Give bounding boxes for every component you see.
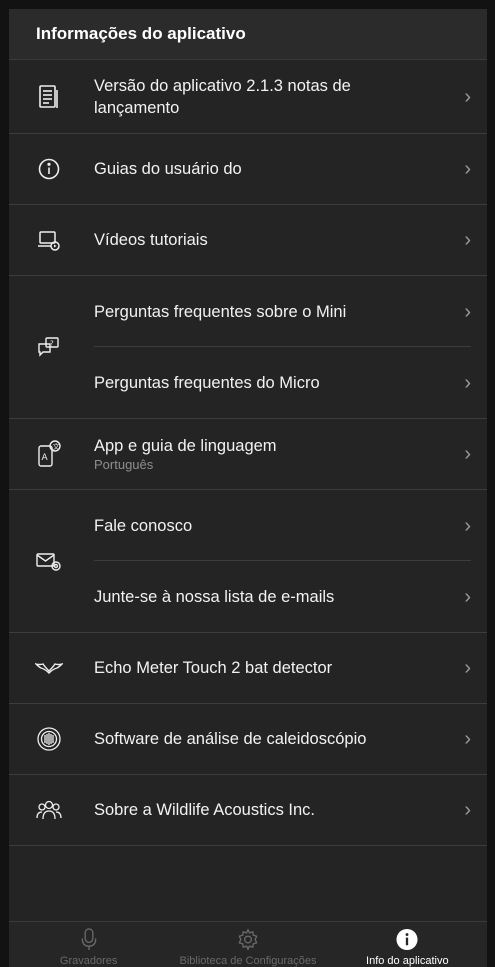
notes-icon xyxy=(34,82,64,112)
language-guide-label: App e guia de linguagem xyxy=(94,437,277,455)
language-guide-text: App e guia de linguagem Português xyxy=(94,435,277,473)
kaleidoscope-row[interactable]: Software de análise de caleidoscópio › xyxy=(9,704,487,775)
kaleidoscope-label: Software de análise de caleidoscópio xyxy=(94,730,367,748)
chevron-right-icon: › xyxy=(464,300,471,323)
mailing-list-label: Junte-se à nossa lista de e-mails xyxy=(94,587,335,606)
user-guides-label: Guias do usuário do xyxy=(94,160,242,178)
tab-recorders[interactable]: Gravadores xyxy=(9,922,168,967)
tab-recorders-label: Gravadores xyxy=(59,955,118,967)
language-value: Português xyxy=(94,457,154,472)
echo-meter-label: Echo Meter Touch 2 bat detector xyxy=(94,659,333,677)
faq-mini-row[interactable]: Perguntas frequentes sobre o Mini › xyxy=(9,276,487,347)
tab-app-info[interactable]: Info do aplicativo xyxy=(328,922,487,967)
faq-mini-label: Perguntas frequentes sobre o Mini xyxy=(94,302,347,321)
release-notes-label: Versão do aplicativo 2.1.3 notas de lanç… xyxy=(94,76,351,117)
microphone-icon xyxy=(81,928,97,951)
user-guides-row[interactable]: Guias do usuário do › xyxy=(9,134,487,205)
language-guide-row[interactable]: A 文 App e guia de linguagem Português › xyxy=(9,419,487,490)
page-title: Informações do aplicativo xyxy=(36,24,246,43)
chevron-right-icon: › xyxy=(464,443,471,465)
tab-app-info-label: Info do aplicativo xyxy=(366,955,449,967)
tutorial-videos-label: Vídeos tutoriais xyxy=(94,231,208,249)
info-icon xyxy=(396,928,418,951)
tab-bar: Gravadores Biblioteca de Configurações I… xyxy=(9,921,487,967)
about-row[interactable]: Sobre a Wildlife Acoustics Inc. › xyxy=(9,775,487,846)
svg-text:A: A xyxy=(42,453,49,463)
chevron-right-icon: › xyxy=(464,85,471,108)
gear-icon xyxy=(238,928,258,951)
page-header: Informações do aplicativo xyxy=(9,9,487,60)
app-info-screen: Informações do aplicativo Versão do apli… xyxy=(9,9,487,967)
language-icon: A 文 xyxy=(34,439,64,469)
chevron-right-icon: › xyxy=(464,585,471,608)
mailing-list-row[interactable]: Junte-se à nossa lista de e-mails › xyxy=(9,561,487,632)
chevron-right-icon: › xyxy=(464,371,471,394)
echo-meter-row[interactable]: Echo Meter Touch 2 bat detector › xyxy=(9,633,487,704)
faq-micro-row[interactable]: Perguntas frequentes do Micro › xyxy=(9,347,487,418)
chevron-right-icon: › xyxy=(464,657,471,679)
bat-icon xyxy=(34,653,64,683)
release-notes-row[interactable]: Versão do aplicativo 2.1.3 notas de lanç… xyxy=(9,60,487,134)
contact-us-label: Fale conosco xyxy=(94,516,193,535)
chevron-right-icon: › xyxy=(464,728,471,750)
info-icon xyxy=(34,154,64,184)
tab-settings-library-label: Biblioteca de Configurações xyxy=(179,955,317,967)
tab-settings-library[interactable]: Biblioteca de Configurações xyxy=(168,922,327,967)
contact-group: Fale conosco › Junte-se à nossa lista de… xyxy=(9,490,487,633)
chevron-right-icon: › xyxy=(464,799,471,821)
faq-group: ? Perguntas frequentes sobre o Mini › Pe… xyxy=(9,276,487,419)
about-label: Sobre a Wildlife Acoustics Inc. xyxy=(94,801,316,819)
chevron-right-icon: › xyxy=(464,514,471,537)
chevron-right-icon: › xyxy=(464,229,471,251)
chevron-right-icon: › xyxy=(464,158,471,180)
svg-text:文: 文 xyxy=(53,442,60,451)
kaleidoscope-icon xyxy=(34,724,64,754)
people-icon xyxy=(34,795,64,825)
tutorial-videos-row[interactable]: Vídeos tutoriais › xyxy=(9,205,487,276)
faq-micro-label: Perguntas frequentes do Micro xyxy=(94,373,320,392)
contact-us-row[interactable]: Fale conosco › xyxy=(9,490,487,561)
video-icon xyxy=(34,225,64,255)
